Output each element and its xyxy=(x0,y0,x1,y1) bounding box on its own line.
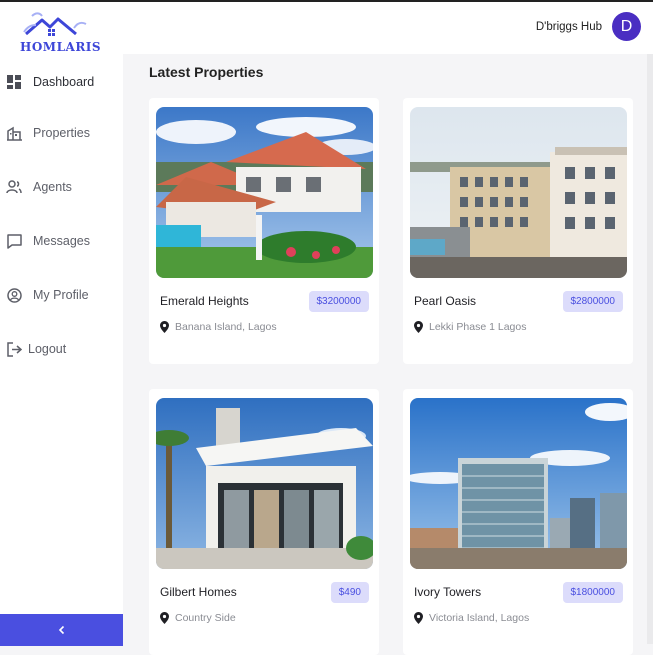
sidebar-item-label: Properties xyxy=(33,126,90,140)
sidebar-item-logout[interactable]: Logout xyxy=(0,331,123,367)
user-menu[interactable]: D'briggs Hub D xyxy=(536,12,641,41)
property-location: Banana Island, Lagos xyxy=(160,321,277,333)
price-badge: $3200000 xyxy=(308,291,369,312)
logo[interactable]: HOMLARIS xyxy=(18,10,101,54)
price-badge: $2800000 xyxy=(562,291,623,312)
location-text: Banana Island, Lagos xyxy=(175,321,277,333)
property-name: Ivory Towers xyxy=(414,585,482,599)
avatar[interactable]: D xyxy=(612,12,641,41)
property-card[interactable]: Gilbert Homes $490 Country Side xyxy=(149,389,379,655)
sidebar-item-label: Logout xyxy=(28,342,67,356)
page-title: Latest Properties xyxy=(149,64,264,80)
price-badge: $1800000 xyxy=(562,582,623,603)
sidebar-item-my-profile[interactable]: My Profile xyxy=(0,277,123,313)
property-image[interactable] xyxy=(410,107,627,278)
sidebar-item-label: Agents xyxy=(33,180,72,194)
user-name: D'briggs Hub xyxy=(535,20,602,33)
sidebar: HOMLARIS Dashboard Properties Agents Mes… xyxy=(0,0,123,646)
location-pin-icon xyxy=(160,612,169,624)
sidebar-item-label: Dashboard xyxy=(33,75,95,89)
sidebar-item-messages[interactable]: Messages xyxy=(0,223,123,259)
sidebar-item-label: Messages xyxy=(33,234,90,248)
brand-name: HOMLARIS xyxy=(20,40,102,54)
location-pin-icon xyxy=(414,612,423,624)
collapse-sidebar-button[interactable] xyxy=(0,614,123,646)
sidebar-item-properties[interactable]: Properties xyxy=(0,115,123,151)
users-icon xyxy=(6,179,22,195)
property-name: Gilbert Homes xyxy=(160,585,237,599)
chevron-left-icon xyxy=(58,625,64,635)
property-name: Emerald Heights xyxy=(160,294,249,308)
property-location: Lekki Phase 1 Lagos xyxy=(414,321,526,333)
property-card[interactable]: Emerald Heights $3200000 Banana Island, … xyxy=(149,98,379,364)
scrollbar[interactable] xyxy=(647,54,653,644)
property-location: Country Side xyxy=(160,612,236,624)
sidebar-item-label: My Profile xyxy=(33,288,89,302)
sidebar-item-agents[interactable]: Agents xyxy=(0,169,123,205)
location-text: Victoria Island, Lagos xyxy=(429,612,530,624)
property-image[interactable] xyxy=(156,398,373,569)
location-text: Lekki Phase 1 Lagos xyxy=(429,321,527,333)
property-card[interactable]: Ivory Towers $1800000 Victoria Island, L… xyxy=(403,389,633,655)
dashboard-icon xyxy=(6,74,22,90)
message-icon xyxy=(6,233,22,249)
sidebar-item-dashboard[interactable]: Dashboard xyxy=(0,64,123,100)
property-image[interactable] xyxy=(410,398,627,569)
price-badge: $490 xyxy=(330,582,369,603)
property-name: Pearl Oasis xyxy=(414,294,477,308)
building-icon xyxy=(6,125,22,141)
property-image[interactable] xyxy=(156,107,373,278)
location-text: Country Side xyxy=(175,612,236,624)
profile-icon xyxy=(6,287,22,303)
location-pin-icon xyxy=(160,321,169,333)
property-location: Victoria Island, Lagos xyxy=(414,612,529,624)
logo-house-icon xyxy=(23,12,87,36)
logout-icon xyxy=(6,341,22,357)
property-card[interactable]: Pearl Oasis $2800000 Lekki Phase 1 Lagos xyxy=(403,98,633,364)
location-pin-icon xyxy=(414,321,423,333)
